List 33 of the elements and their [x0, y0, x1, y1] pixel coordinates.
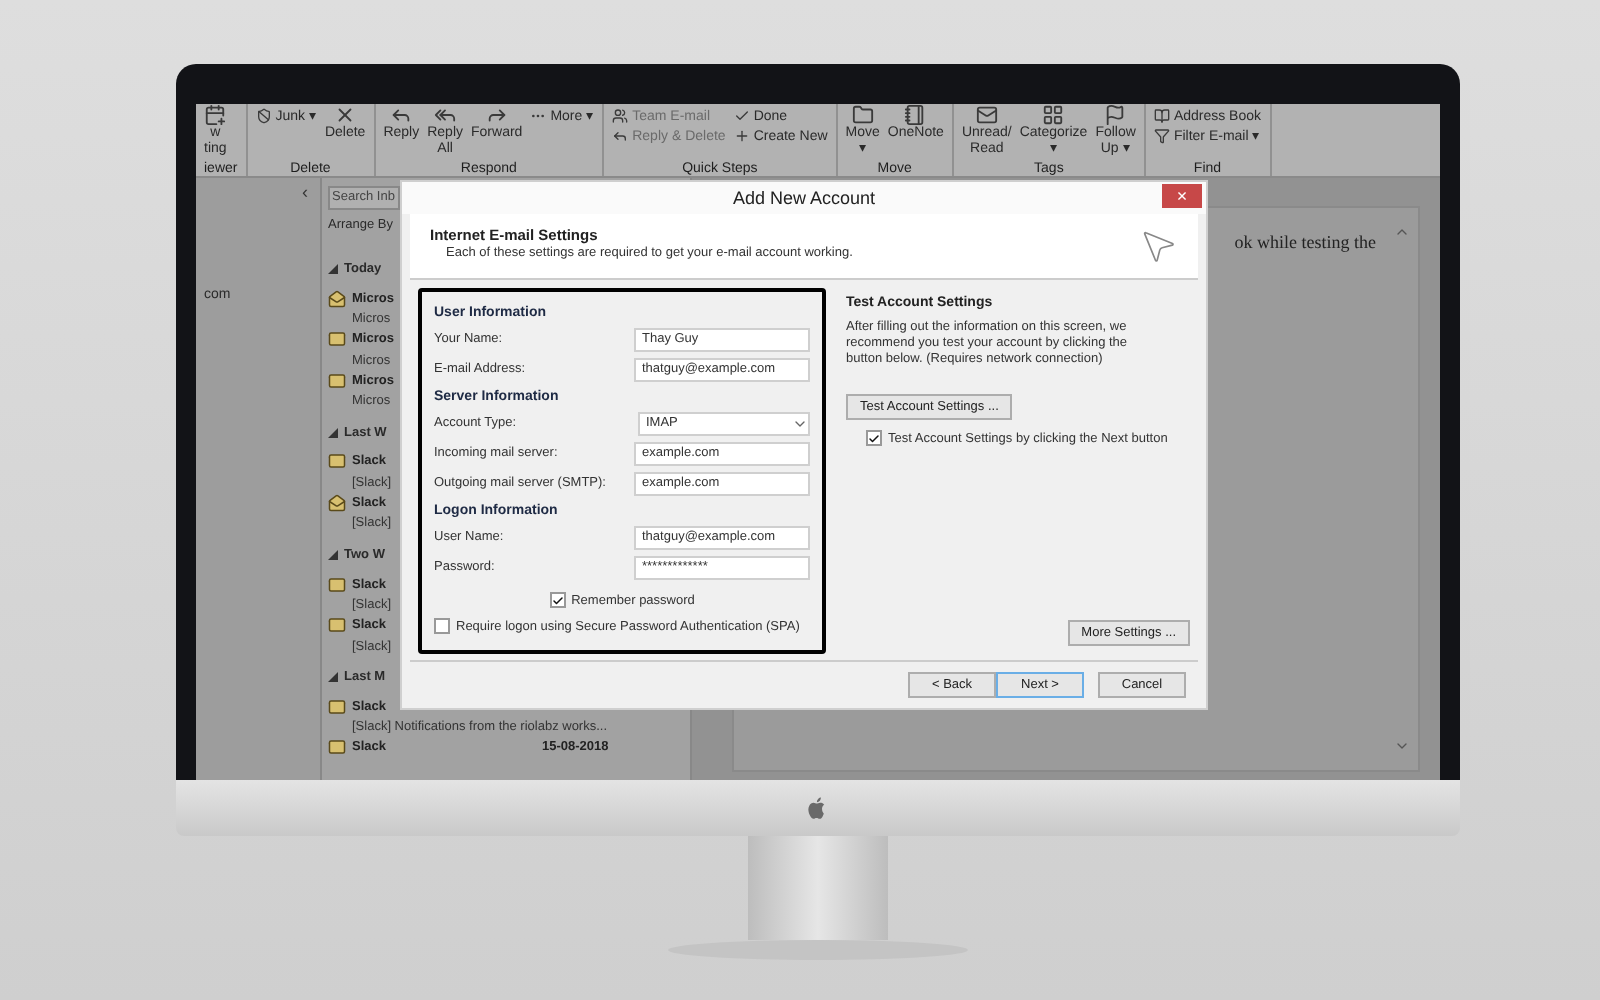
- scroll-up-icon[interactable]: [1393, 224, 1409, 240]
- shield-icon: [255, 108, 272, 124]
- collapse-triangle-icon[interactable]: [328, 264, 338, 275]
- scroll-down-icon[interactable]: [1393, 738, 1409, 754]
- cursor-icon: [1138, 226, 1178, 266]
- grid-icon: [1042, 104, 1065, 126]
- collapse-triangle-icon[interactable]: [328, 672, 338, 683]
- checkbox[interactable]: [866, 430, 882, 446]
- collapse-button[interactable]: ‹: [302, 182, 320, 202]
- dialog-title: Add New Account: [732, 188, 876, 208]
- close-button[interactable]: ×: [1162, 184, 1202, 208]
- x-icon: [334, 104, 357, 126]
- checkbox[interactable]: [549, 592, 566, 608]
- check-icon: [733, 108, 750, 124]
- flag-icon: [1104, 104, 1127, 126]
- envelope-icon: [975, 104, 998, 126]
- reply-all-icon: [434, 104, 457, 126]
- logo-icon: [808, 796, 828, 820]
- collapse-triangle-icon[interactable]: [328, 428, 338, 439]
- calendar-icon: [204, 104, 227, 126]
- notebook-icon: [904, 104, 927, 126]
- folder-icon: [851, 104, 874, 126]
- book-icon: [1153, 108, 1170, 124]
- reply-arrow-icon: [612, 128, 629, 144]
- checkbox[interactable]: [434, 618, 450, 634]
- body-text: ok while testing the: [1234, 232, 1376, 256]
- forward-arrow-icon: [485, 104, 508, 126]
- reply-arrow-icon: [390, 104, 413, 126]
- collapse-triangle-icon[interactable]: [328, 550, 338, 561]
- filter-icon: [1153, 128, 1170, 144]
- people-icon: [612, 108, 629, 124]
- plus-icon: [733, 128, 750, 144]
- monitor-stand: [748, 836, 888, 940]
